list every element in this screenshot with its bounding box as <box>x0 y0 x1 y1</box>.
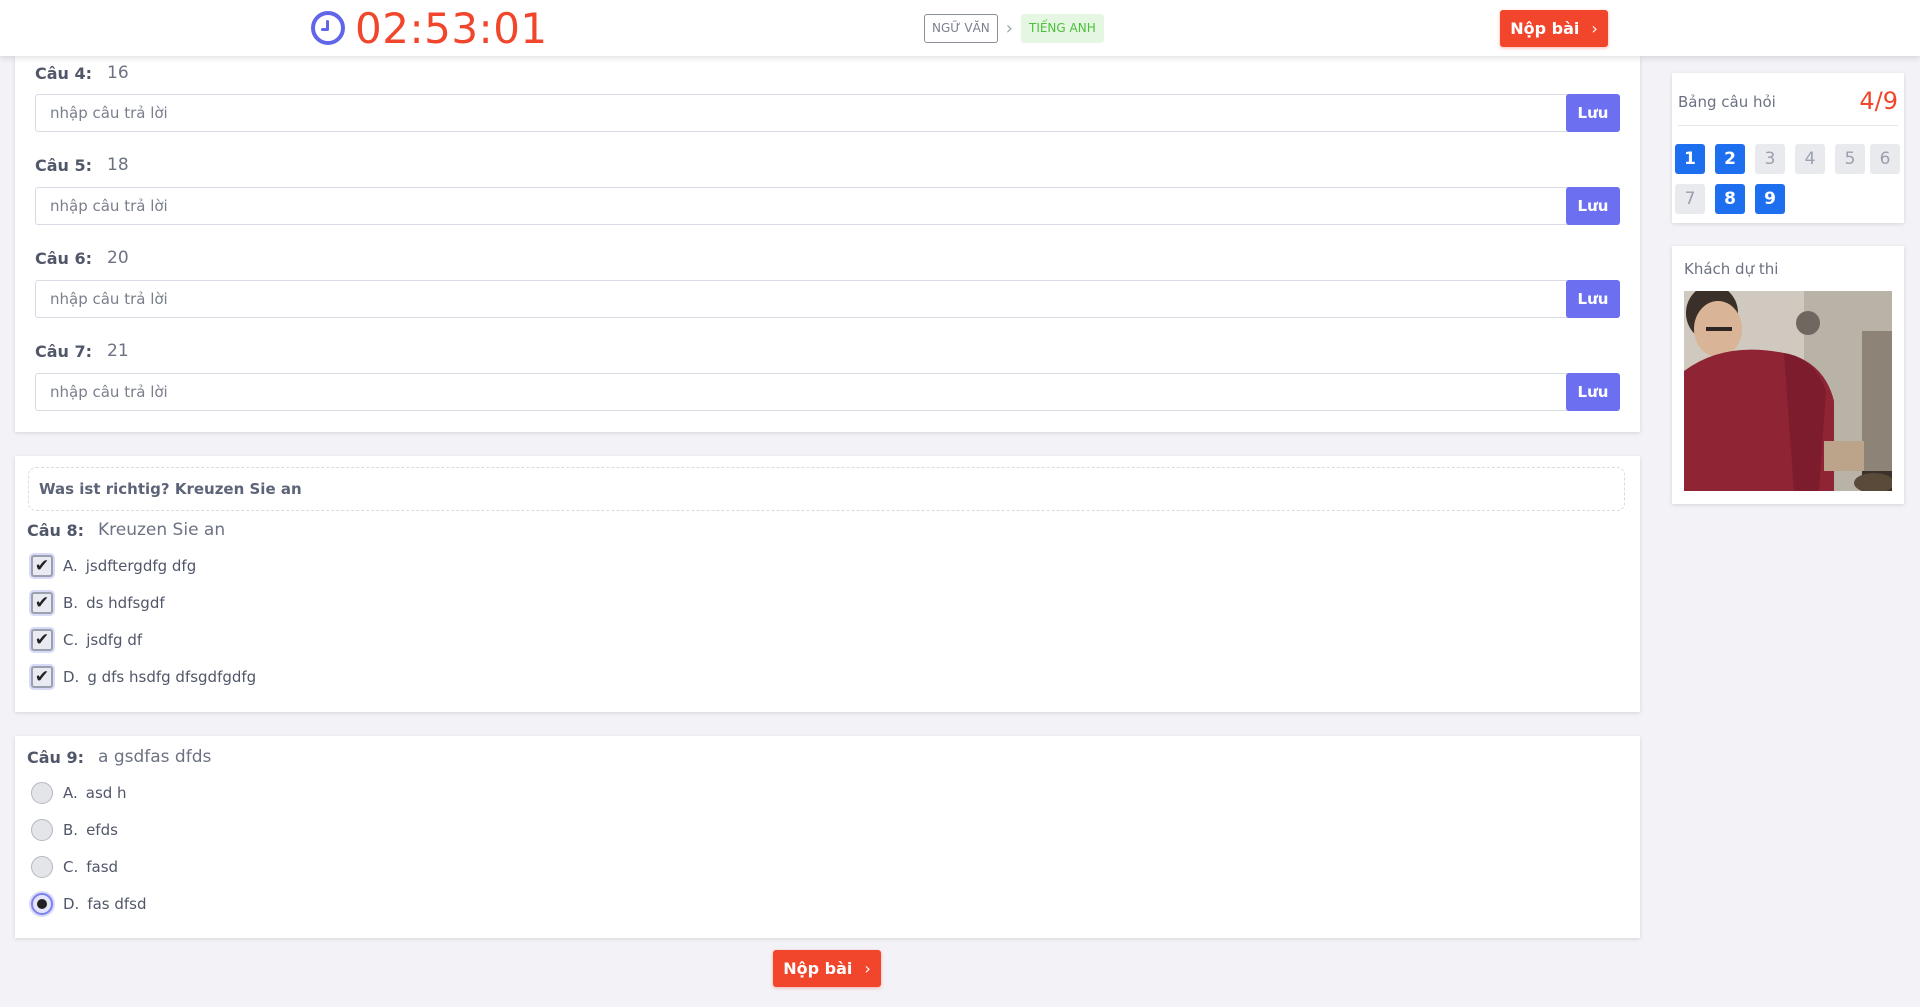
option-text: efds <box>86 821 118 839</box>
question-text: a gsdfas dfds <box>98 747 212 767</box>
question-number-button[interactable]: 9 <box>1755 184 1785 214</box>
option-text: ds hdfsgdf <box>86 594 165 612</box>
option-d[interactable]: D. fas dfsd <box>31 891 147 917</box>
question-board-title: Bảng câu hỏi <box>1678 93 1776 111</box>
question-label: Câu 9: <box>27 748 85 767</box>
question-text: Kreuzen Sie an <box>98 520 226 540</box>
option-letter: A. <box>63 784 78 802</box>
subject-tab-tieng-anh[interactable]: Tiếng Anh <box>1020 14 1104 43</box>
radio-button-selected[interactable] <box>31 893 53 915</box>
answer-input[interactable] <box>35 187 1583 225</box>
radio-button[interactable] <box>31 856 53 878</box>
question-number-button[interactable]: 5 <box>1835 144 1865 174</box>
question-number-button[interactable]: 8 <box>1715 184 1745 214</box>
option-letter: C. <box>63 631 79 649</box>
question-number-button[interactable]: 6 <box>1870 144 1900 174</box>
option-c[interactable]: C. fasd <box>31 854 118 880</box>
save-button[interactable]: Lưu <box>1566 280 1620 318</box>
save-button[interactable]: Lưu <box>1566 94 1620 132</box>
save-button[interactable]: Lưu <box>1566 187 1620 225</box>
checkbox-checked[interactable]: ✔ <box>31 592 53 614</box>
chevron-right-icon: › <box>1591 19 1598 38</box>
answer-input[interactable] <box>35 280 1583 318</box>
open-questions-card: Câu 4: 16 Lưu Câu 5: 18 Lưu Câu 6: 20 Lư… <box>15 56 1640 432</box>
question-label: Câu 4: <box>35 64 93 83</box>
question-label: Câu 7: <box>35 342 93 361</box>
option-letter: B. <box>63 821 79 839</box>
question-text: 18 <box>107 155 129 175</box>
chevron-right-icon: › <box>1005 18 1013 39</box>
submit-label: Nộp bài <box>783 959 853 978</box>
question-label: Câu 6: <box>35 249 93 268</box>
option-d[interactable]: ✔ D. g dfs hsdfg dfsgdfgdfg <box>31 664 256 690</box>
divider <box>1678 125 1898 126</box>
chevron-right-icon: › <box>864 959 871 978</box>
option-letter: D. <box>63 668 80 686</box>
save-button[interactable]: Lưu <box>1566 373 1620 411</box>
option-text: asd h <box>85 784 127 802</box>
answered-count: 4/9 <box>1859 87 1898 115</box>
checkbox-checked[interactable]: ✔ <box>31 555 53 577</box>
question-number-button[interactable]: 1 <box>1675 144 1705 174</box>
clock-icon <box>311 11 345 45</box>
question-text: 20 <box>107 248 129 268</box>
webcam-image <box>1684 291 1892 491</box>
question-label: Câu 5: <box>35 156 93 175</box>
webcam-feed <box>1684 291 1892 491</box>
question-instruction: Was ist richtig? Kreuzen Sie an <box>28 467 1625 511</box>
radio-button[interactable] <box>31 782 53 804</box>
answer-input[interactable] <box>35 373 1583 411</box>
countdown-timer: 02:53:01 <box>311 3 548 53</box>
option-letter: A. <box>63 557 78 575</box>
option-text: jsdftergdfg dfg <box>85 557 197 575</box>
question-8-card: Was ist richtig? Kreuzen Sie an Câu 8: K… <box>15 456 1640 712</box>
option-a[interactable]: A. asd h <box>31 780 127 806</box>
candidate-title: Khách dự thi <box>1684 260 1779 278</box>
option-c[interactable]: ✔ C. jsdfg df <box>31 627 142 653</box>
question-number-button[interactable]: 2 <box>1715 144 1745 174</box>
option-text: fasd <box>86 858 119 876</box>
subject-breadcrumb: Ngữ văn › Tiếng Anh <box>924 14 1104 43</box>
submit-label: Nộp bài <box>1510 19 1580 38</box>
question-number-button[interactable]: 3 <box>1755 144 1785 174</box>
radio-button[interactable] <box>31 819 53 841</box>
option-letter: D. <box>63 895 80 913</box>
option-a[interactable]: ✔ A. jsdftergdfg dfg <box>31 553 196 579</box>
option-text: jsdfg df <box>86 631 143 649</box>
option-letter: B. <box>63 594 79 612</box>
checkbox-checked[interactable]: ✔ <box>31 666 53 688</box>
top-bar: 02:53:01 Ngữ văn › Tiếng Anh Nộp bài › <box>0 0 1920 56</box>
checkbox-checked[interactable]: ✔ <box>31 629 53 651</box>
candidate-card: Khách dự thi <box>1672 246 1904 504</box>
timer-value: 02:53:01 <box>355 3 548 53</box>
question-text: 21 <box>107 341 129 361</box>
question-label: Câu 8: <box>27 521 85 540</box>
question-number-button[interactable]: 7 <box>1675 184 1705 214</box>
question-number-button[interactable]: 4 <box>1795 144 1825 174</box>
question-board: Bảng câu hỏi 4/9 1 2 3 4 5 6 7 8 9 <box>1672 73 1904 223</box>
option-text: fas dfsd <box>87 895 147 913</box>
option-text: g dfs hsdfg dfsgdfgdfg <box>87 668 257 686</box>
option-b[interactable]: ✔ B. ds hdfsgdf <box>31 590 165 616</box>
question-text: 16 <box>107 63 129 83</box>
answer-input[interactable] <box>35 94 1583 132</box>
option-b[interactable]: B. efds <box>31 817 118 843</box>
option-letter: C. <box>63 858 79 876</box>
subject-tab-ngu-van[interactable]: Ngữ văn <box>924 14 998 43</box>
submit-button-bottom[interactable]: Nộp bài › <box>773 950 881 987</box>
submit-button-top[interactable]: Nộp bài › <box>1500 10 1608 47</box>
question-9-card: Câu 9: a gsdfas dfds A. asd h B. efds C.… <box>15 736 1640 938</box>
